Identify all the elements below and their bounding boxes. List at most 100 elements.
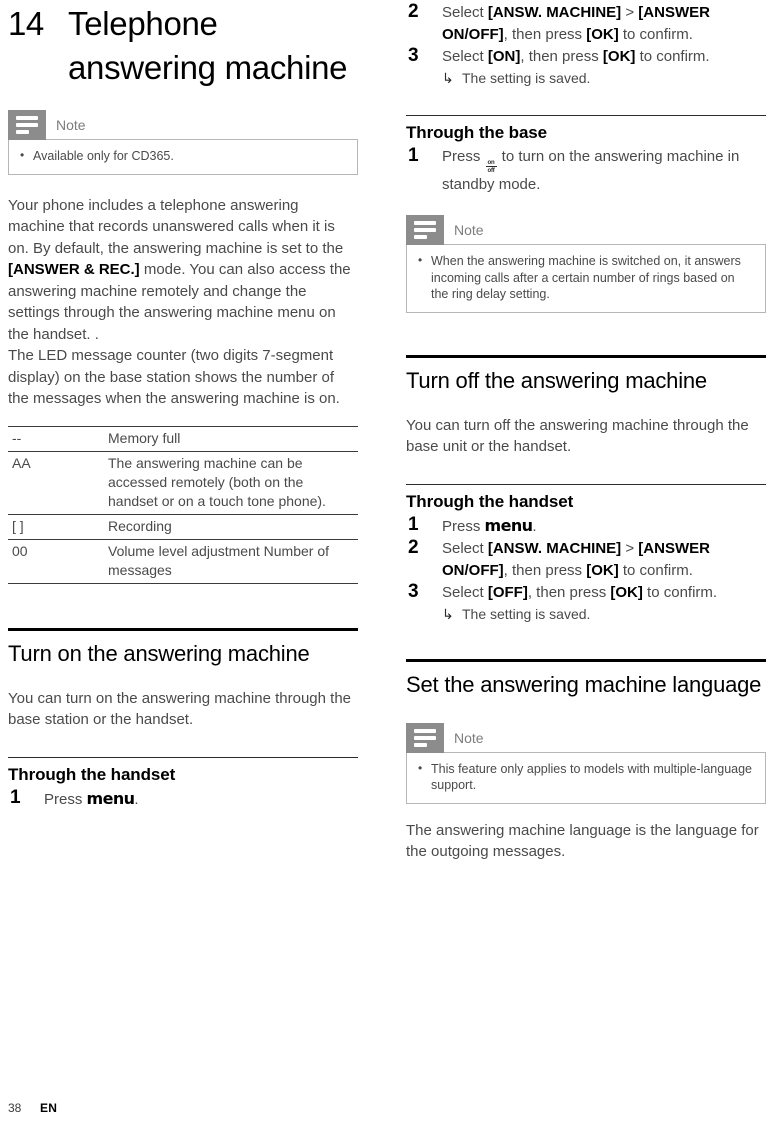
manual-page: 14 Telephone answering machine Note Avai…	[0, 0, 766, 1123]
footer-page-number: 38	[8, 1101, 22, 1115]
note-icon	[8, 110, 46, 140]
table-cell-description: Recording	[104, 514, 358, 540]
left-column: 14 Telephone answering machine Note Avai…	[8, 0, 358, 811]
step-text-after: .	[532, 517, 537, 535]
note-box-switched-on: Note When the answering machine is switc…	[406, 215, 766, 313]
step-text-after: .	[134, 790, 139, 808]
intro-paragraph-1: Your phone includes a telephone answerin…	[8, 196, 344, 257]
note-item: Available only for CD365.	[19, 147, 347, 165]
step-item: 3 Select [ON], then press [OK] to confirm…	[406, 45, 766, 88]
step-part: , then press	[503, 25, 587, 43]
page-footer: 38 EN	[8, 1101, 57, 1115]
subsection-rule	[406, 114, 766, 116]
substep-arrow-icon: ↳	[442, 69, 454, 86]
note-box-language: Note This feature only applies to models…	[406, 722, 766, 804]
note-icon	[406, 722, 444, 753]
section-rule-heavy	[406, 354, 766, 358]
table-row: AA The answering machine can be accessed…	[8, 451, 358, 515]
heading-set-language: Set the answering machine language	[406, 671, 762, 697]
step-number: 1	[408, 144, 419, 166]
note-header: Note	[8, 110, 358, 140]
language-body: The answering machine language is the la…	[406, 821, 759, 861]
intro-bold-mode: [ANSWER & REC.]	[8, 261, 140, 278]
step-part: , then press	[503, 561, 587, 579]
step-part-bold: [ANSW. MACHINE]	[487, 4, 622, 21]
step-part: , then press	[527, 584, 611, 601]
turn-off-body: You can turn off the answering machine t…	[406, 416, 749, 456]
step-part-bold: [OK]	[586, 561, 619, 579]
chapter-title-block: 14 Telephone answering machine	[8, 2, 358, 90]
section-rule-heavy	[8, 627, 358, 631]
step-text-before: Press	[442, 147, 485, 165]
step-part: to confirm.	[635, 48, 710, 65]
on-off-icon-top: on	[487, 159, 495, 166]
step-number: 3	[408, 581, 419, 602]
step-part: Select	[442, 584, 488, 601]
heading-through-handset-off: Through the handset	[406, 491, 574, 511]
step-part: >	[621, 4, 639, 21]
step-part: Press	[442, 517, 485, 535]
step-number: 3	[408, 45, 419, 66]
table-cell-code: --	[8, 425, 104, 452]
step-item: 1 Press on off to turn on the answering ma…	[406, 144, 766, 196]
step-item: 2 Select [ANSW. MACHINE] > [ANSWER ON/OFF…	[406, 1, 766, 45]
note-label: Note	[454, 729, 484, 746]
heading-through-handset: Through the handset	[8, 764, 176, 784]
step-part: Select	[442, 4, 488, 21]
note-item: When the answering machine is switched o…	[417, 252, 755, 303]
steps-list-turn-on: 1 Press menu.	[8, 786, 358, 811]
step-part-bold: [OK]	[586, 25, 619, 43]
table-row: 00 Volume level adjustment Number of mes…	[8, 539, 358, 584]
on-off-icon-bottom: off	[487, 167, 495, 174]
heading-through-base: Through the base	[406, 122, 548, 142]
table-row: [ ] Recording	[8, 514, 358, 540]
led-codes-table: -- Memory full AA The answering machine …	[8, 425, 358, 584]
table-cell-description: The answering machine can be accessed re…	[104, 451, 358, 515]
table-cell-description: Volume level adjustment Number of messag…	[104, 539, 358, 584]
heading-turn-on: Turn on the answering machine	[8, 640, 310, 666]
turn-on-body: You can turn on the answering machine th…	[8, 689, 352, 729]
step-number: 1	[408, 513, 419, 535]
note-label: Note	[454, 222, 484, 238]
substep-text: The setting is saved.	[462, 605, 591, 622]
step-text-before: Press	[44, 790, 87, 808]
subsection-rule	[8, 756, 358, 758]
note-item: This feature only applies to models with…	[417, 760, 755, 794]
step-part: >	[621, 540, 639, 557]
right-column: 2 Select [ANSW. MACHINE] > [ANSWER ON/OFF…	[406, 0, 766, 863]
step-item: 2 Select [ANSW. MACHINE] > [ANSWER ON/OFF…	[406, 537, 766, 581]
step-part: Select	[442, 48, 488, 65]
intro-paragraph-3: The LED message counter (two digits 7-se…	[8, 347, 340, 407]
step-number: 1	[10, 786, 21, 808]
step-part: Select	[442, 540, 488, 557]
note-icon	[406, 215, 444, 245]
step-number: 2	[408, 1, 419, 22]
step-part-bold: [OFF]	[487, 584, 528, 601]
note-body: This feature only applies to models with…	[406, 751, 766, 804]
steps-list-continued: 2 Select [ANSW. MACHINE] > [ANSWER ON/OFF…	[406, 1, 766, 88]
table-cell-code: AA	[8, 451, 104, 515]
step-part-bold: [ANSW. MACHINE]	[487, 540, 622, 557]
substep-arrow-icon: ↳	[442, 605, 454, 622]
on-off-button-icon: on off	[485, 159, 497, 174]
table-row: -- Memory full	[8, 425, 358, 452]
section-rule-heavy	[406, 658, 766, 662]
step-part-bold: [OK]	[602, 48, 636, 65]
note-label: Note	[56, 117, 86, 133]
subsection-rule	[406, 483, 766, 485]
note-header: Note	[406, 722, 766, 753]
step-part: to confirm.	[618, 561, 693, 579]
steps-list-turn-off: 1 Press menu. 2 Select [ANSW. MACHINE] > […	[406, 513, 766, 624]
heading-turn-off: Turn off the answering machine	[406, 367, 707, 393]
step-item: 3 Select [OFF], then press [OK] to confir…	[406, 581, 766, 624]
menu-key-label: menu	[86, 788, 136, 808]
table-cell-code: 00	[8, 539, 104, 584]
note-header: Note	[406, 215, 766, 245]
note-body: Available only for CD365.	[8, 139, 358, 175]
substep-result: ↳ The setting is saved.	[442, 68, 766, 88]
step-part: to confirm.	[642, 584, 718, 601]
table-cell-code: [ ]	[8, 514, 104, 540]
step-part: to confirm.	[618, 25, 693, 43]
step-part-bold: [ON]	[487, 48, 521, 65]
chapter-title: Telephone answering machine	[68, 5, 348, 86]
